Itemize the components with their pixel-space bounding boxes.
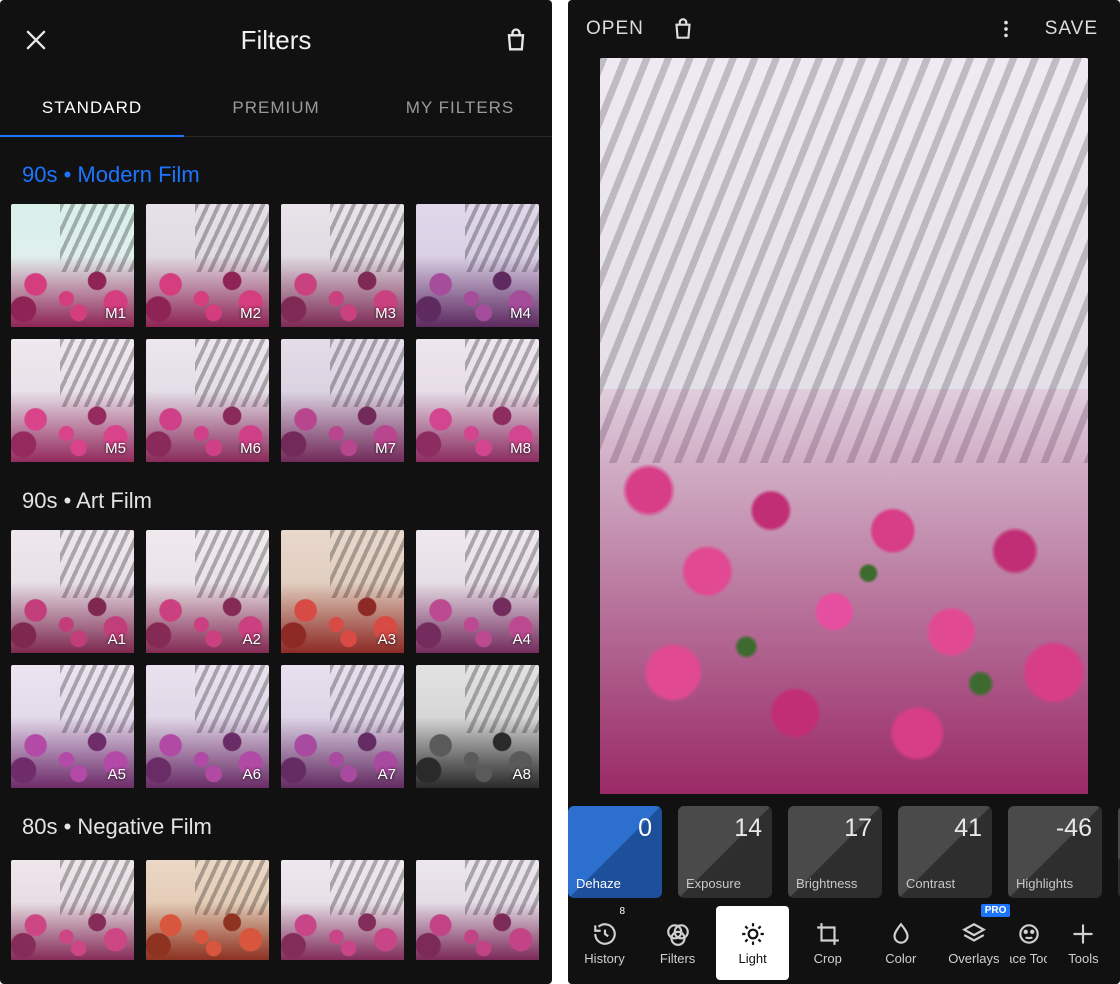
filter-thumb-M3[interactable]: M3 (281, 204, 404, 327)
filter-label: M4 (510, 305, 531, 322)
filter-thumb-g2i1[interactable] (146, 860, 269, 960)
tool-history[interactable]: 8 History (568, 902, 641, 984)
filter-thumb-M8[interactable]: M8 (416, 339, 539, 462)
filter-label: A1 (108, 631, 126, 648)
tool-overlays[interactable]: PRO Overlays (937, 902, 1010, 984)
filter-label: M3 (375, 305, 396, 322)
filter-label: M5 (105, 440, 126, 457)
group-title-art-film[interactable]: 90s • Art Film (0, 462, 552, 530)
slider-name: Highlights (1016, 876, 1073, 891)
filters-header: Filters (0, 0, 552, 80)
slider-value: 41 (954, 814, 982, 843)
filter-thumb-A3[interactable]: A3 (281, 530, 404, 653)
group-title-modern-film[interactable]: 90s • Modern Film (0, 136, 552, 204)
filter-label: M1 (105, 305, 126, 322)
filter-thumb-M5[interactable]: M5 (11, 339, 134, 462)
open-button[interactable]: OPEN (586, 18, 644, 40)
filter-thumb-g2i3[interactable] (416, 860, 539, 960)
filter-thumb-A8[interactable]: A8 (416, 665, 539, 788)
filters-panel: Filters STANDARD PREMIUM MY FILTERS 90s … (0, 0, 552, 984)
filter-thumb-A5[interactable]: A5 (11, 665, 134, 788)
filter-thumb-g2i2[interactable] (281, 860, 404, 960)
light-sliders[interactable]: 0 Dehaze 14 Exposure 17 Brightness 41 Contrast -… (568, 806, 1120, 898)
group-title-negative-film[interactable]: 80s • Negative Film (0, 788, 552, 856)
tab-premium[interactable]: PREMIUM (184, 80, 368, 136)
more-icon[interactable] (995, 18, 1017, 40)
tab-standard[interactable]: STANDARD (0, 80, 184, 136)
filter-label: M2 (240, 305, 261, 322)
filter-label: A5 (108, 766, 126, 783)
slider-name: Contrast (906, 876, 955, 891)
bag-icon[interactable] (670, 16, 696, 42)
slider-highlights[interactable]: -46 Highlights (1008, 806, 1102, 898)
editor-toolbar: 8 History Filters Light Crop Color PRO O… (568, 902, 1120, 984)
tool-label: Tools (1068, 951, 1098, 966)
tool-label: Face Tools (1010, 951, 1047, 966)
filter-thumb-A4[interactable]: A4 (416, 530, 539, 653)
filter-label: A2 (243, 631, 261, 648)
filter-label: M6 (240, 440, 261, 457)
filter-tabs: STANDARD PREMIUM MY FILTERS (0, 80, 552, 137)
slider-brightness[interactable]: 17 Brightness (788, 806, 882, 898)
filter-label: M8 (510, 440, 531, 457)
tool-filters[interactable]: Filters (641, 902, 714, 984)
slider-exposure[interactable]: 14 Exposure (678, 806, 772, 898)
filter-label: A6 (243, 766, 261, 783)
slider-name: Dehaze (576, 876, 621, 891)
filter-thumb-g2i0[interactable] (11, 860, 134, 960)
slider-name: Brightness (796, 876, 857, 891)
filter-label: A7 (378, 766, 396, 783)
filter-thumb-M2[interactable]: M2 (146, 204, 269, 327)
shop-icon[interactable] (502, 26, 530, 54)
tool-color[interactable]: Color (864, 902, 937, 984)
slider-contrast[interactable]: 41 Contrast (898, 806, 992, 898)
tab-myfilters[interactable]: MY FILTERS (368, 80, 552, 136)
history-count: 8 (620, 906, 626, 917)
editor-header: OPEN SAVE (568, 0, 1120, 58)
filters-title: Filters (50, 25, 502, 56)
slider-value: 14 (734, 814, 762, 843)
slider-dehaze[interactable]: 0 Dehaze (568, 806, 662, 898)
filter-thumb-A2[interactable]: A2 (146, 530, 269, 653)
tool-face[interactable]: Face Tools (1010, 902, 1047, 984)
filter-thumb-A6[interactable]: A6 (146, 665, 269, 788)
slider-value: -46 (1056, 814, 1092, 843)
save-button[interactable]: SAVE (1045, 18, 1098, 40)
filter-label: A8 (513, 766, 531, 783)
filter-thumb-M7[interactable]: M7 (281, 339, 404, 462)
slider-value: 17 (844, 814, 872, 843)
pro-badge: PRO (981, 904, 1011, 917)
filter-thumb-M6[interactable]: M6 (146, 339, 269, 462)
filter-label: M7 (375, 440, 396, 457)
filters-scroll[interactable]: 90s • Modern Film M1 M2 M3 M4 M5 M6 M7 M8 90s •… (0, 136, 552, 984)
slider-value: 0 (638, 814, 652, 843)
filter-label: A4 (513, 631, 531, 648)
tool-label: Crop (814, 951, 842, 966)
filter-thumb-M1[interactable]: M1 (11, 204, 134, 327)
tool-label: Light (739, 951, 767, 966)
slider-name: Exposure (686, 876, 741, 891)
editor-panel: OPEN SAVE 0 Dehaze 14 Exposure 17 Brightness 4… (568, 0, 1120, 984)
filter-thumb-A7[interactable]: A7 (281, 665, 404, 788)
tool-tools[interactable]: Tools (1047, 902, 1120, 984)
image-preview[interactable] (600, 58, 1088, 794)
tool-crop[interactable]: Crop (791, 902, 864, 984)
tool-label: History (584, 951, 624, 966)
tool-label: Color (885, 951, 916, 966)
filter-thumb-M4[interactable]: M4 (416, 204, 539, 327)
tool-label: Filters (660, 951, 695, 966)
tool-light[interactable]: Light (716, 906, 789, 980)
filter-thumb-A1[interactable]: A1 (11, 530, 134, 653)
filter-label: A3 (378, 631, 396, 648)
tool-label: Overlays (948, 951, 999, 966)
close-icon[interactable] (22, 26, 50, 54)
